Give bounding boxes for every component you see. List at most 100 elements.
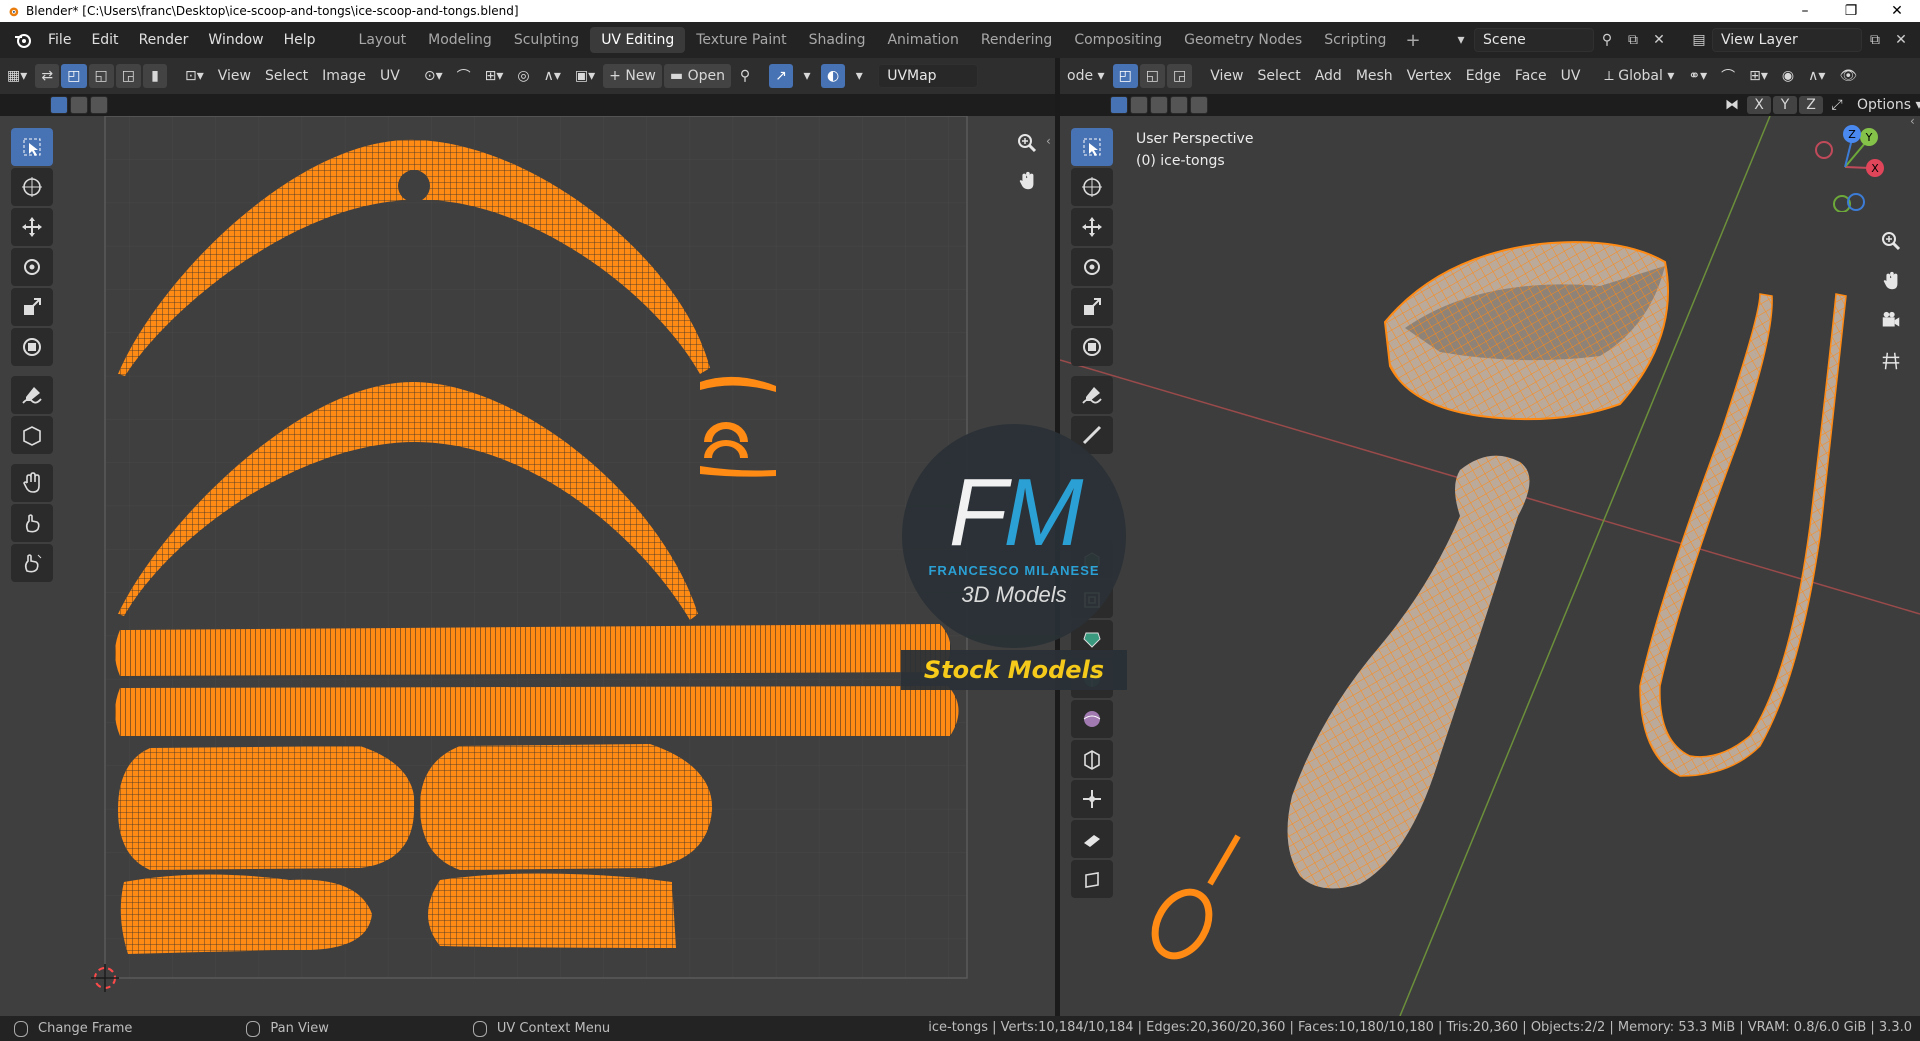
select-mode-extend-icon[interactable] <box>70 96 88 114</box>
new-image-button[interactable]: + New <box>603 64 662 88</box>
scene-icon[interactable]: ▾ <box>1448 28 1474 52</box>
annotate-tool-icon[interactable] <box>11 376 53 414</box>
pan-view-icon[interactable] <box>1012 166 1042 196</box>
gizmo-toggle-icon[interactable]: ↗ <box>768 64 793 88</box>
uv-island-oval-1[interactable] <box>118 746 415 870</box>
menu-edit[interactable]: Edit <box>81 27 128 53</box>
v3d-menu-uv[interactable]: UV <box>1555 64 1587 88</box>
orientation-selector[interactable]: ⟂ Global ▾ <box>1598 64 1680 88</box>
proportional-icon[interactable]: ◉ <box>1776 64 1800 88</box>
rotate-tool-icon[interactable] <box>11 248 53 286</box>
poly-build-tool-icon[interactable] <box>1071 740 1113 778</box>
v3d-annotate-tool-icon[interactable] <box>1071 376 1113 414</box>
mirror-z-button[interactable]: Z <box>1799 96 1823 114</box>
mirror-y-button[interactable]: Y <box>1773 96 1797 114</box>
v3d-pan-icon[interactable] <box>1876 266 1906 296</box>
v3d-transform-tool-icon[interactable] <box>1071 328 1113 366</box>
v3d-move-tool-icon[interactable] <box>1071 208 1113 246</box>
move-tool-icon[interactable] <box>11 208 53 246</box>
v3d-scale-tool-icon[interactable] <box>1071 288 1113 326</box>
sidebar-toggle-icon[interactable]: ‹ <box>1046 134 1051 148</box>
remove-scene-icon[interactable]: ✕ <box>1646 28 1672 52</box>
tab-uv-editing[interactable]: UV Editing <box>590 27 686 53</box>
v3d-select-tool-icon[interactable] <box>1071 128 1113 166</box>
v3d-menu-add[interactable]: Add <box>1309 64 1348 88</box>
transform-tool-icon[interactable] <box>11 328 53 366</box>
spin-tool-icon[interactable] <box>1071 780 1113 818</box>
zoom-view-icon[interactable] <box>1012 128 1042 158</box>
vertex-select-icon[interactable]: ◰ <box>61 64 87 88</box>
mode-selector[interactable]: ode ▾ <box>1061 64 1111 88</box>
pin-image-icon[interactable]: ⚲ <box>733 64 757 88</box>
sync-selection-icon[interactable]: ⇄ <box>35 64 60 88</box>
v3d-menu-select[interactable]: Select <box>1252 64 1307 88</box>
tab-sculpting[interactable]: Sculpting <box>503 27 590 53</box>
v3d-rotate-tool-icon[interactable] <box>1071 248 1113 286</box>
v3d-select-new-icon[interactable] <box>1110 96 1128 114</box>
options-dropdown[interactable]: Options ▾ <box>1851 93 1920 117</box>
knife-tool-icon[interactable] <box>1071 700 1113 738</box>
ice-tongs[interactable] <box>1639 293 1847 777</box>
tab-rendering[interactable]: Rendering <box>970 27 1064 53</box>
gizmo-neg-x-icon[interactable] <box>1815 141 1833 159</box>
open-image-button[interactable]: ▬ Open <box>663 64 731 88</box>
rip-tool-icon[interactable] <box>11 416 53 454</box>
menu-file[interactable]: File <box>38 27 81 53</box>
edge-select-icon[interactable]: ◱ <box>88 64 114 88</box>
auto-merge-icon[interactable]: ⤢ <box>1825 93 1849 117</box>
uv-island-capsule-1[interactable] <box>120 874 372 954</box>
blender-menu-icon[interactable] <box>8 27 38 53</box>
face-select-icon[interactable]: ◲ <box>115 64 141 88</box>
cursor-tool-icon[interactable] <box>11 168 53 206</box>
scale-tool-icon[interactable] <box>11 288 53 326</box>
tab-geometry-nodes[interactable]: Geometry Nodes <box>1173 27 1313 53</box>
navigation-gizmo[interactable]: X Y Z <box>1800 122 1890 212</box>
overlay-dropdown-icon[interactable]: ▾ <box>847 64 871 88</box>
grab-tool-icon[interactable] <box>11 464 53 502</box>
add-workspace-icon[interactable]: + <box>1397 30 1428 51</box>
3d-viewport[interactable]: User Perspective (0) ice-tongs X Y Z ‹ <box>1060 116 1920 1016</box>
v3d-select-intersect-icon[interactable] <box>1190 96 1208 114</box>
uvmap-selector[interactable]: UVMap <box>878 64 979 88</box>
pin-icon[interactable]: ⚲ <box>1594 28 1620 52</box>
view-layer-field[interactable]: View Layer <box>1712 28 1862 52</box>
v3d-cursor-tool-icon[interactable] <box>1071 168 1113 206</box>
camera-view-icon[interactable] <box>1876 306 1906 336</box>
proportional-falloff-icon[interactable]: ∧▾ <box>1802 64 1831 88</box>
v3d-menu-vertex[interactable]: Vertex <box>1401 64 1458 88</box>
editor-type-icon[interactable]: ▦▾ <box>1 64 33 88</box>
uv-menu-view[interactable]: View <box>212 64 257 88</box>
smooth-tool-icon[interactable] <box>1071 820 1113 858</box>
snap-target-icon[interactable]: ⊞▾ <box>479 64 510 88</box>
proportional-edit-icon[interactable]: ◎ <box>511 64 535 88</box>
ortho-toggle-icon[interactable] <box>1876 346 1906 376</box>
select-box-tool-icon[interactable] <box>11 128 53 166</box>
v3d-menu-face[interactable]: Face <box>1509 64 1553 88</box>
v3d-menu-edge[interactable]: Edge <box>1460 64 1507 88</box>
menu-help[interactable]: Help <box>274 27 326 53</box>
snap-toggle-icon[interactable]: ⌒ <box>1715 64 1741 88</box>
v3d-select-invert-icon[interactable] <box>1170 96 1188 114</box>
minimize-button[interactable]: – <box>1782 0 1828 22</box>
island-select-icon[interactable]: ▮ <box>142 64 167 88</box>
view-layer-icon[interactable]: ▤ <box>1686 28 1712 52</box>
uv-menu-uv[interactable]: UV <box>374 64 406 88</box>
close-button[interactable]: ✕ <box>1874 0 1920 22</box>
v3d-zoom-icon[interactable] <box>1876 226 1906 256</box>
uv-island-strip-2[interactable] <box>115 686 959 736</box>
v3d-menu-mesh[interactable]: Mesh <box>1350 64 1399 88</box>
scoop-handle[interactable] <box>1287 455 1530 889</box>
snap-element-icon[interactable]: ⊞▾ <box>1743 64 1774 88</box>
select-mode-new-icon[interactable] <box>50 96 68 114</box>
face-mode-icon[interactable]: ◲ <box>1167 64 1193 88</box>
sticky-select-icon[interactable]: ⊡▾ <box>179 64 210 88</box>
edge-mode-icon[interactable]: ◱ <box>1139 64 1166 88</box>
pivot-point-icon[interactable]: ⚭▾ <box>1682 64 1713 88</box>
shear-tool-icon[interactable] <box>1071 860 1113 898</box>
new-view-layer-icon[interactable]: ⧉ <box>1862 28 1888 52</box>
menu-window[interactable]: Window <box>198 27 273 53</box>
mirror-x-button[interactable]: X <box>1747 96 1771 114</box>
v3d-sidebar-toggle-icon[interactable]: ‹ <box>1910 116 1915 128</box>
vertex-mode-icon[interactable]: ◰ <box>1112 64 1138 88</box>
mirror-icon[interactable]: ⧓ <box>1719 93 1745 117</box>
